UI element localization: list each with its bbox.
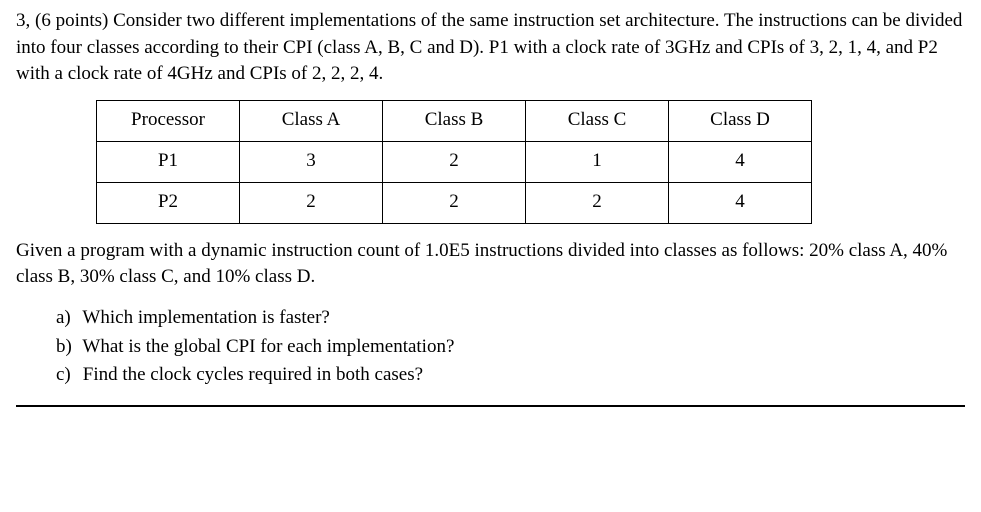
subpart-text: Find the clock cycles required in both c… (83, 364, 423, 385)
cell-class-c: 2 (526, 182, 669, 223)
subpart-b: b) What is the global CPI for each imple… (56, 334, 965, 361)
header-class-d: Class D (669, 100, 812, 141)
cell-class-d: 4 (669, 182, 812, 223)
problem-intro: Consider two different implementations o… (16, 10, 962, 84)
table-row: P1 3 2 1 4 (97, 141, 812, 182)
header-class-c: Class C (526, 100, 669, 141)
cell-processor: P1 (97, 141, 240, 182)
cell-class-a: 3 (240, 141, 383, 182)
cell-class-c: 1 (526, 141, 669, 182)
subpart-c: c) Find the clock cycles required in bot… (56, 362, 965, 389)
cell-class-a: 2 (240, 182, 383, 223)
table-row: P2 2 2 2 4 (97, 182, 812, 223)
cpi-table: Processor Class A Class B Class C Class … (96, 100, 812, 224)
subpart-a: a) Which implementation is faster? (56, 305, 965, 332)
subpart-text: Which implementation is faster? (82, 307, 329, 328)
problem-statement: 3, (6 points) Consider two different imp… (16, 8, 965, 88)
cell-class-d: 4 (669, 141, 812, 182)
problem-number: 3, (6 points) (16, 10, 108, 31)
header-class-a: Class A (240, 100, 383, 141)
cell-processor: P2 (97, 182, 240, 223)
subpart-label: b) (56, 334, 78, 361)
table-header-row: Processor Class A Class B Class C Class … (97, 100, 812, 141)
divider (16, 405, 965, 407)
subpart-text: What is the global CPI for each implemen… (82, 336, 454, 357)
subpart-label: c) (56, 362, 78, 389)
subpart-label: a) (56, 305, 78, 332)
cell-class-b: 2 (383, 141, 526, 182)
header-class-b: Class B (383, 100, 526, 141)
subparts: a) Which implementation is faster? b) Wh… (56, 305, 965, 389)
header-processor: Processor (97, 100, 240, 141)
given-info: Given a program with a dynamic instructi… (16, 238, 965, 291)
cell-class-b: 2 (383, 182, 526, 223)
